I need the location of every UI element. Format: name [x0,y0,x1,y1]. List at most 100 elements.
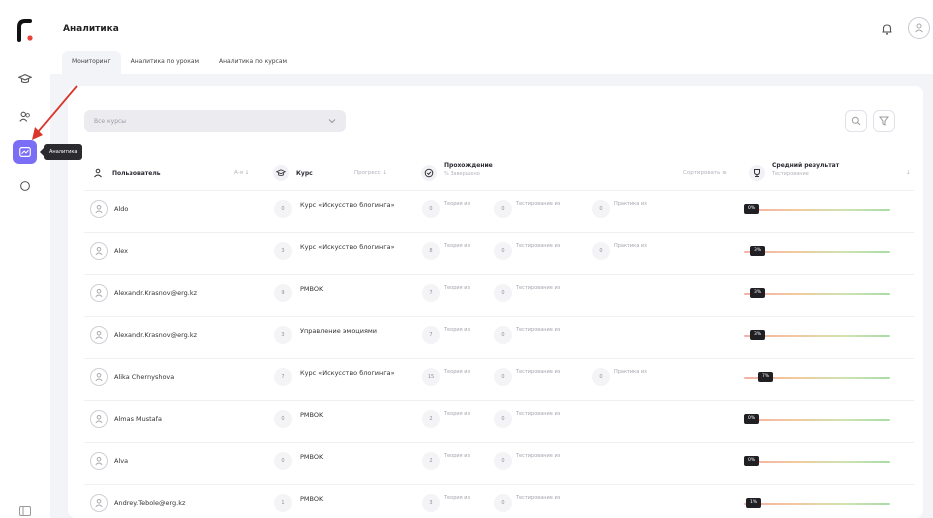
user-icon [95,457,103,466]
user-avatar [90,494,108,512]
practice-count-badge: 0 [592,200,610,218]
sidebar-item-analytics[interactable] [13,140,37,164]
table-header: Пользователь А-я ↓ Курс Прогресс ↓ Прохо… [84,160,914,190]
column-progress[interactable]: Прохождение [444,162,493,169]
result-percent-badge: 0% [744,204,760,214]
table-row[interactable]: Alexandr.Krasnov@erg.kz 3 Управление эмоци… [84,316,914,358]
testing-count-badge: 0 [494,452,512,470]
course-count-badge: 0 [274,200,292,218]
practice-label: Практика из [614,243,647,249]
column-result-sub: Тестирование [772,171,809,177]
testing-count-badge: 0 [494,242,512,260]
search-icon [851,116,861,126]
testing-label: Тестирование из [516,243,561,249]
course-column-icon [273,165,289,181]
user-icon [95,331,103,340]
testing-count-badge: 0 [494,284,512,302]
course-count-badge: 0 [274,452,292,470]
result-percent-badge: 3% [750,246,766,256]
column-course[interactable]: Курс [296,170,313,177]
course-name: Курс «Искусство блогинга» [300,369,395,377]
table-row[interactable]: Alika Chernyshova 7 Курс «Искусство блогин… [84,358,914,400]
testing-count-badge: 0 [494,494,512,512]
practice-count-badge: 0 [592,368,610,386]
user-icon [95,415,103,424]
result-percent-badge: 1% [746,498,762,508]
result-progress-bar [744,503,890,505]
table-row[interactable]: Andrey.Tebole@erg.kz 1 PMBOK 3 Теория из 0 Тес… [84,484,914,518]
tab-courses-analytics[interactable]: Аналитика по курсам [209,51,297,74]
sidebar-item-users[interactable] [13,105,37,129]
bell-icon[interactable] [880,22,894,36]
course-name: Курс «Искусство блогинга» [300,201,395,209]
user-icon [95,205,103,214]
user-icon [915,23,923,33]
theory-count-badge: 2 [422,452,440,470]
theory-count-badge: 15 [422,368,440,386]
testing-count-badge: 0 [494,410,512,428]
table-row[interactable]: Almas Mustafa 0 PMBOK 2 Теория из 0 Тестирован… [84,400,914,442]
testing-count-badge: 0 [494,326,512,344]
course-name: Управление эмоциями [300,327,377,335]
user-name: Andrey.Tebole@erg.kz [114,499,186,507]
theory-label: Теория из [444,327,471,333]
search-button[interactable] [845,110,867,132]
course-count-badge: 0 [274,410,292,428]
testing-label: Тестирование из [516,285,561,291]
filter-button[interactable] [873,110,895,132]
user-sort[interactable]: А-я ↓ [234,170,249,176]
practice-label: Практика из [614,201,647,207]
testing-label: Тестирование из [516,327,561,333]
result-percent-badge: 0% [744,456,760,466]
course-count-badge: 3 [274,326,292,344]
progress-sort[interactable]: Сортировать ≡ [683,170,727,176]
graduation-cap-icon [18,74,32,84]
chat-icon [20,181,30,191]
result-sort[interactable]: ↓ [906,170,911,176]
table-row[interactable]: Alva 0 PMBOK 2 Теория из 0 Тестирование из 0% [84,442,914,484]
user-avatar [90,242,108,260]
course-count-badge: 7 [274,368,292,386]
filter-icon [879,116,889,126]
theory-count-badge: 8 [422,242,440,260]
sidebar-item-chat[interactable] [13,174,37,198]
profile-avatar[interactable] [908,17,930,39]
user-name: Alex [114,247,128,255]
tab-lessons-analytics[interactable]: Аналитика по урокам [121,51,209,74]
chart-icon [19,147,31,157]
course-count-badge: 9 [274,284,292,302]
testing-count-badge: 0 [494,200,512,218]
table-row[interactable]: Alexandr.Krasnov@erg.kz 9 PMBOK 7 Теория из 0… [84,274,914,316]
sidebar-item-courses[interactable] [13,67,37,91]
tab-monitoring[interactable]: Мониторинг [62,51,121,74]
theory-label: Теория из [444,369,471,375]
result-progress-bar [744,293,890,295]
course-count-badge: 1 [274,494,292,512]
table-row[interactable]: Alex 3 Курс «Искусство блогинга» 8 Теория из… [84,232,914,274]
user-name: Alexandr.Krasnov@erg.kz [114,331,198,339]
result-progress-bar [744,209,890,211]
chevron-down-icon [328,119,336,124]
sidebar [0,0,50,518]
course-sort[interactable]: Прогресс ↓ [354,170,387,176]
collapse-sidebar-icon[interactable] [19,506,31,516]
table-row[interactable]: Aldo 0 Курс «Искусство блогинга» 0 Теория из… [84,190,914,232]
result-percent-badge: 3% [750,330,766,340]
column-progress-sub: % Завершено [444,171,480,177]
column-result[interactable]: Средний результат [772,162,839,169]
user-icon [95,247,103,256]
result-progress-bar [744,461,890,463]
main-area: Аналитика Мониторинг Аналитика по урокам… [50,0,933,518]
practice-label: Практика из [614,369,647,375]
course-select[interactable]: Все курсы [84,110,346,132]
user-name: Alika Chernyshova [114,373,175,381]
theory-label: Теория из [444,243,471,249]
user-avatar [90,284,108,302]
column-user[interactable]: Пользователь [112,170,161,177]
page-title: Аналитика [63,24,119,34]
testing-label: Тестирование из [516,411,561,417]
course-name: PMBOK [300,411,324,419]
logo-icon [17,19,33,42]
course-select-value: Все курсы [94,117,127,125]
practice-count-badge: 0 [592,242,610,260]
